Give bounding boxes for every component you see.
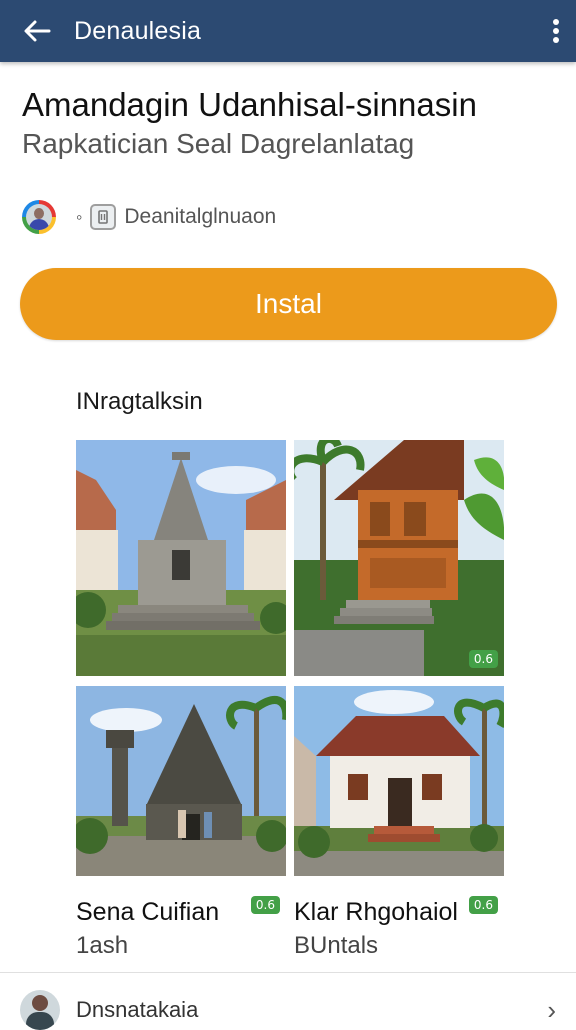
developer-avatar <box>22 200 56 234</box>
install-button[interactable]: Instal <box>20 268 557 340</box>
gallery-caption-title: Sena Cuifian <box>76 898 220 926</box>
gallery-caption-sub: 1ash <box>76 932 129 959</box>
image-badge: 0.6 <box>250 896 280 914</box>
gallery-image-wooden-house[interactable]: 0.6 <box>294 440 504 676</box>
more-vertical-icon <box>553 19 559 43</box>
image-badge: 0.6 <box>468 650 498 668</box>
more-options-button[interactable] <box>536 0 576 62</box>
app-bar-title: Denaulesia <box>74 16 202 45</box>
divider <box>0 972 576 973</box>
bottom-item-label: Dnsnatakaia <box>76 997 199 1022</box>
gallery-image-stone-pyramid[interactable]: 0.6 <box>76 686 286 922</box>
gallery-image-white-house[interactable]: 0.6 <box>294 686 504 922</box>
image-badge: 0.6 <box>468 896 498 914</box>
app-name: Amandagin Udanhisal-sinnasin <box>22 86 477 123</box>
gallery-caption-sub: BUntals <box>294 932 379 959</box>
arrow-left-icon <box>24 20 51 42</box>
back-button[interactable] <box>0 0 74 62</box>
developer-name: Deanitalglnuaon <box>124 205 277 228</box>
user-avatar <box>20 990 60 1030</box>
developer-badge-icon <box>90 204 117 230</box>
app-bar: Denaulesia <box>0 0 576 62</box>
gallery-title: INragtalksin <box>76 388 203 415</box>
bottom-list-item[interactable]: Dnsnatakaia › <box>20 990 556 1030</box>
separator-dot: ◦ <box>76 206 83 227</box>
gallery-caption-title: Klar Rhgohaiol <box>294 898 458 926</box>
app-subtitle: Rapkatician Seal Dagrelanlatag <box>22 128 415 159</box>
chevron-right-icon: › <box>547 994 556 1025</box>
gallery-image-temple[interactable] <box>76 440 286 676</box>
developer-row[interactable]: ◦ Deanitalglnuaon <box>22 200 276 234</box>
